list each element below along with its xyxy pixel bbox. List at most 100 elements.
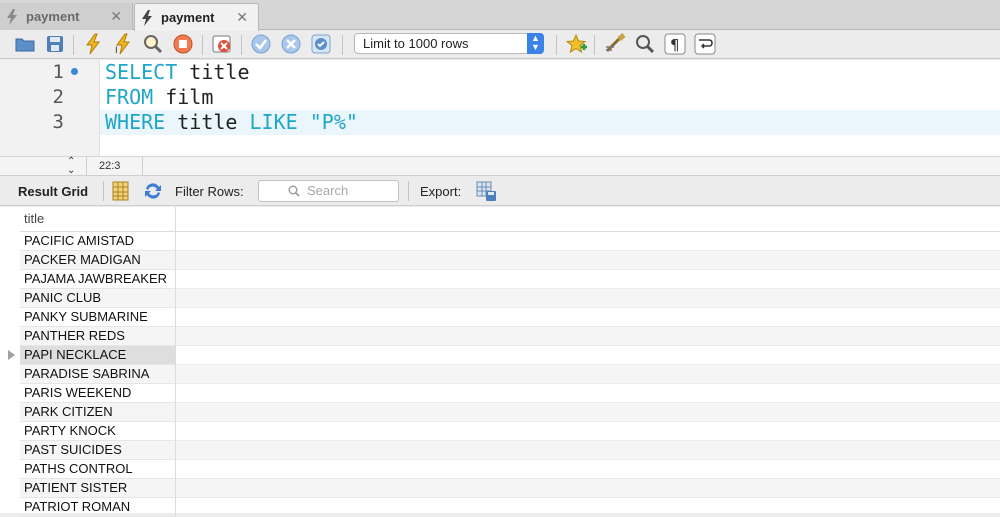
table-cell[interactable]: PARTY KNOCK (20, 422, 176, 441)
query-toolbar: I Limit to 1000 rows ▲ ▼ ¶ (0, 31, 1000, 59)
tab-payment-2[interactable]: payment ✕ (134, 3, 259, 31)
autocommit-icon[interactable] (310, 33, 332, 55)
tab-payment-1[interactable]: payment ✕ (0, 3, 133, 30)
sql-keyword: FROM (105, 85, 154, 109)
grid-view-icon[interactable] (110, 180, 132, 202)
tab-bar: payment ✕ payment ✕ (0, 0, 1000, 31)
sql-text: title (177, 60, 250, 84)
table-row[interactable]: PACIFIC AMISTAD (0, 232, 1000, 251)
table-cell[interactable]: PARADISE SABRINA (20, 365, 176, 384)
toolbar-separator (342, 35, 343, 55)
table-row[interactable]: PARTY KNOCK (0, 422, 1000, 441)
table-row[interactable]: PANTHER REDS (0, 327, 1000, 346)
code-line-1: SELECT title (105, 60, 250, 84)
stop-icon[interactable] (172, 33, 194, 55)
search-icon (288, 185, 300, 197)
table-row[interactable]: PACKER MADIGAN (0, 251, 1000, 270)
toolbar-separator (241, 35, 242, 55)
table-cell[interactable]: PATRIOT ROMAN (20, 498, 176, 517)
table-cell[interactable]: PANIC CLUB (20, 289, 176, 308)
table-cell[interactable]: PANTHER REDS (20, 327, 176, 346)
row-filler (176, 384, 1000, 403)
line-gutter: 1 2 3 (0, 60, 100, 156)
statement-marker-icon (71, 68, 78, 75)
table-row[interactable]: PATIENT SISTER (0, 479, 1000, 498)
export-label: Export: (420, 184, 462, 199)
toolbar-separator (202, 35, 203, 55)
row-filler (176, 422, 1000, 441)
row-filler (176, 365, 1000, 384)
row-filler (176, 308, 1000, 327)
filter-rows-label: Filter Rows: (175, 184, 244, 199)
beautify-icon[interactable] (604, 33, 626, 55)
sql-text: film (153, 85, 214, 109)
chevron-updown-icon: ▲ ▼ (527, 33, 544, 54)
bookmark-icon[interactable] (566, 33, 588, 55)
table-cell[interactable]: PAST SUICIDES (20, 441, 176, 460)
close-icon[interactable]: ✕ (110, 8, 122, 25)
refresh-icon[interactable] (142, 180, 164, 202)
row-filler (176, 346, 1000, 365)
table-row[interactable]: PATHS CONTROL (0, 460, 1000, 479)
row-filler (176, 270, 1000, 289)
limit-select[interactable]: Limit to 1000 rows ▲ ▼ (354, 33, 544, 54)
table-row[interactable]: PAST SUICIDES (0, 441, 1000, 460)
table-cell[interactable]: PATHS CONTROL (20, 460, 176, 479)
table-cell[interactable]: PAJAMA JAWBREAKER (20, 270, 176, 289)
open-folder-icon[interactable] (14, 33, 36, 55)
execute-icon[interactable] (82, 33, 104, 55)
sql-keyword: LIKE (249, 110, 298, 134)
table-cell[interactable]: PATIENT SISTER (20, 479, 176, 498)
code-line-3: WHERE title LIKE "P%" (105, 110, 358, 134)
resize-updown-icon[interactable]: ⌃ ⌄ (67, 157, 75, 176)
commit-icon[interactable] (250, 33, 272, 55)
toolbar-separator (103, 181, 104, 201)
bolt-icon (7, 9, 17, 25)
invisible-chars-icon[interactable]: ¶ (664, 33, 686, 55)
find-icon[interactable] (634, 33, 656, 55)
code-line-2: FROM film (105, 85, 213, 109)
row-filler (176, 460, 1000, 479)
rollback-icon[interactable] (280, 33, 302, 55)
header-filler (176, 207, 1000, 232)
toolbar-separator (594, 35, 595, 55)
sql-keyword: SELECT (105, 60, 178, 84)
close-icon[interactable]: ✕ (236, 9, 248, 26)
bolt-icon (142, 10, 152, 26)
wrap-icon[interactable] (694, 33, 716, 55)
table-cell[interactable]: PAPI NECKLACE (20, 346, 176, 365)
table-row[interactable]: PARADISE SABRINA (0, 365, 1000, 384)
table-cell[interactable]: PARIS WEEKEND (20, 384, 176, 403)
row-filler (176, 441, 1000, 460)
table-row[interactable]: PARK CITIZEN (0, 403, 1000, 422)
column-header-title[interactable]: title (20, 207, 176, 232)
cursor-position: 22:3 (99, 160, 121, 172)
row-filler (176, 327, 1000, 346)
filter-search-input[interactable]: Search (258, 180, 399, 202)
table-cell[interactable]: PACIFIC AMISTAD (20, 232, 176, 251)
table-row[interactable]: PARIS WEEKEND (0, 384, 1000, 403)
sql-editor[interactable]: 1 2 3 SELECT title FROM film WHERE title… (0, 60, 1000, 156)
tab-label: payment (161, 10, 215, 25)
toolbar-separator (408, 181, 409, 201)
grid-rows: PACIFIC AMISTAD PACKER MADIGAN PAJAMA JAWB… (0, 232, 1000, 517)
export-icon[interactable] (475, 180, 497, 202)
execute-current-icon[interactable]: I (112, 33, 134, 55)
table-cell[interactable]: PACKER MADIGAN (20, 251, 176, 270)
status-separator (142, 157, 143, 176)
table-cell[interactable]: PARK CITIZEN (20, 403, 176, 422)
table-row[interactable]: PANKY SUBMARINE (0, 308, 1000, 327)
save-icon[interactable] (44, 33, 66, 55)
result-grid-tab[interactable]: Result Grid (18, 184, 88, 199)
table-row[interactable]: PAJAMA JAWBREAKER (0, 270, 1000, 289)
table-row[interactable]: PANIC CLUB (0, 289, 1000, 308)
table-row[interactable]: PATRIOT ROMAN (0, 498, 1000, 517)
table-cell[interactable]: PANKY SUBMARINE (20, 308, 176, 327)
status-separator (86, 157, 87, 176)
toggle-error-icon[interactable] (211, 33, 233, 55)
svg-text:I: I (115, 46, 118, 55)
sql-text: title (165, 110, 250, 134)
explain-icon[interactable] (142, 33, 164, 55)
table-row[interactable]: PAPI NECKLACE (0, 346, 1000, 365)
